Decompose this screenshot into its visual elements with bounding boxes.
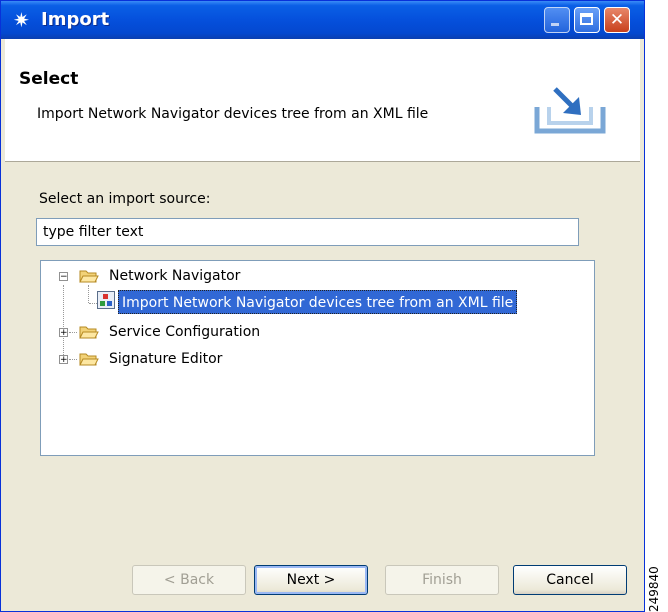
expand-toggle[interactable]: + [59, 355, 68, 365]
import-dialog: ✷ Import ✕ Select Import Network Navigat… [0, 0, 645, 612]
tree-connector [89, 303, 97, 304]
folder-icon [79, 326, 99, 339]
tree-item-signature-editor[interactable]: Signature Editor [109, 348, 222, 370]
title-bar[interactable]: ✷ Import ✕ [1, 1, 644, 39]
wizard-header: Select Import Network Navigator devices … [5, 39, 640, 162]
close-button[interactable]: ✕ [604, 7, 630, 33]
collapse-toggle[interactable]: − [59, 272, 68, 282]
maximize-button[interactable] [574, 7, 600, 33]
tree-connector [69, 332, 77, 333]
import-wizard-icon [534, 87, 606, 134]
close-icon: ✕ [609, 10, 625, 30]
expand-toggle[interactable]: + [59, 328, 68, 338]
tree-connector [88, 285, 89, 303]
page-description: Import Network Navigator devices tree fr… [37, 106, 429, 122]
back-button[interactable]: < Back [132, 565, 246, 595]
cancel-button[interactable]: Cancel [513, 565, 627, 595]
next-button[interactable]: Next > [254, 565, 368, 595]
folder-icon [79, 353, 99, 366]
tree-item-network-navigator[interactable]: Network Navigator [109, 265, 240, 287]
filter-input[interactable] [36, 218, 579, 246]
app-icon: ✷ [13, 8, 30, 32]
tree-connector [63, 285, 64, 363]
tree-item-import-devices-tree[interactable]: Import Network Navigator devices tree fr… [118, 290, 518, 314]
page-title: Select [19, 69, 79, 89]
minimize-button[interactable] [544, 7, 570, 33]
import-source-label: Select an import source: [39, 191, 211, 207]
tree-item-service-configuration[interactable]: Service Configuration [109, 321, 260, 343]
figure-id: 249840 [647, 566, 661, 612]
finish-button[interactable]: Finish [385, 565, 499, 595]
tree-connector [69, 359, 77, 360]
folder-open-icon [79, 270, 99, 283]
network-navigator-icon [97, 291, 115, 309]
window-title: Import [41, 9, 110, 30]
